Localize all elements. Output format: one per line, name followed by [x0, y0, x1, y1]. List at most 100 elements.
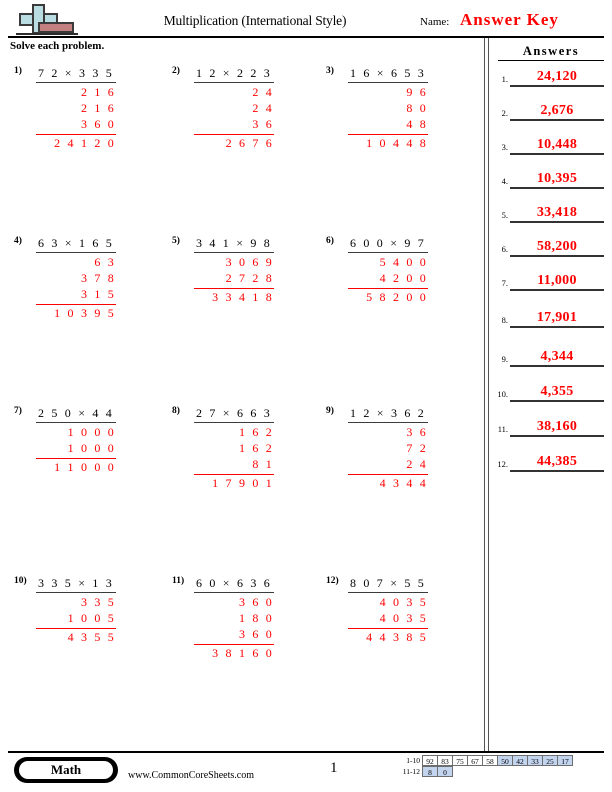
partial-product: 3 6 — [194, 116, 274, 135]
answers-heading: Answers — [498, 44, 604, 61]
partial-product: 3 1 5 — [36, 286, 116, 305]
problem-total: 3 8 1 6 0 — [212, 646, 274, 660]
partial-product: 2 1 6 — [80, 101, 116, 115]
score-grid-cell: 50 — [497, 755, 513, 766]
partial-product: 2 7 2 8 — [194, 270, 274, 289]
partial-product: 3 3 5 — [80, 595, 116, 609]
answer-row: 5. 33,418 — [492, 205, 604, 223]
answer-underline — [510, 153, 604, 155]
answer-number: 1. — [501, 74, 508, 84]
partial-products: 1 6 21 6 28 1 — [194, 424, 292, 475]
answer-number: 9. — [501, 354, 508, 364]
answer-row: 1. 24,120 — [492, 69, 604, 87]
problem-body: 6 0 × 6 3 63 6 01 8 03 6 03 8 1 6 0 — [194, 574, 292, 661]
problem-number: 9) — [326, 406, 334, 416]
problem-number: 6) — [326, 236, 334, 246]
score-grid-row-2: 11-12 8 0 — [396, 766, 573, 777]
problem-equation: 6 3 × 1 6 5 — [36, 236, 116, 253]
partial-product: 3 6 — [406, 425, 428, 439]
problem-body: 1 6 × 6 5 3 9 6 8 04 81 0 4 4 8 — [348, 64, 446, 151]
problem-equation: 2 5 0 × 4 4 — [36, 406, 116, 423]
answer-underline — [510, 435, 604, 437]
score-grid-row-1: 1-10 92 83 75 67 58 50 42 33 25 17 — [396, 755, 573, 766]
instructions: Solve each problem. — [10, 40, 105, 52]
page-title: Multiplication (International Style) — [163, 13, 347, 28]
partial-product: 6 3 — [94, 255, 116, 269]
problem-equation: 1 2 × 3 6 2 — [348, 406, 428, 423]
answer-key-badge: Answer Key — [460, 10, 559, 29]
answer-row: 6. 58,200 — [492, 239, 604, 257]
partial-products: 3 3 51 0 0 5 — [36, 594, 125, 629]
partial-product: 3 6 0 — [194, 626, 274, 645]
problem-equation: 8 0 7 × 5 5 — [348, 576, 428, 593]
partial-product: 1 0 0 5 — [36, 610, 116, 629]
partial-products: 3 0 6 92 7 2 8 — [194, 254, 283, 289]
problem-number: 12) — [326, 576, 339, 586]
answer-underline — [510, 85, 604, 87]
answer-number: 11. — [497, 424, 508, 434]
problem-number: 7) — [14, 406, 22, 416]
problem-number: 8) — [172, 406, 180, 416]
answer-row: 8. 17,901 — [492, 310, 604, 328]
partial-product: 1 0 0 0 — [67, 425, 116, 439]
partial-product: 3 7 8 — [80, 271, 116, 285]
answer-value: 2,676 — [540, 103, 574, 118]
answer-number: 7. — [501, 278, 508, 288]
answer-value: 17,901 — [536, 310, 578, 325]
logo-baseline — [16, 33, 78, 35]
partial-product: 4 0 3 5 — [379, 595, 428, 609]
problem-total: 4 3 4 4 — [379, 476, 428, 490]
column-divider-right — [488, 38, 489, 751]
answer-underline — [510, 221, 604, 223]
partial-products: 2 1 62 1 63 6 0 — [36, 84, 134, 135]
problem-number: 10) — [14, 576, 27, 586]
logo-red-bar — [38, 22, 74, 33]
answer-underline — [510, 119, 604, 121]
partial-product: 1 8 0 — [238, 611, 274, 625]
problem-total: 4 4 3 8 5 — [366, 630, 428, 644]
problem-equation: 1 2 × 2 2 3 — [194, 66, 274, 83]
problem-body: 6 0 0 × 9 75 4 0 04 2 0 05 8 2 0 0 — [348, 234, 437, 305]
answer-value: 4,355 — [540, 384, 574, 399]
problem-body: 3 3 5 × 1 33 3 51 0 0 54 3 5 5 — [36, 574, 125, 645]
answer-row: 12. 44,385 — [492, 454, 604, 472]
partial-product: 4 0 3 5 — [348, 610, 428, 629]
answer-row: 11. 38,160 — [492, 419, 604, 437]
subject-badge: Math — [14, 757, 118, 783]
answer-number: 6. — [501, 244, 508, 254]
problem-total: 2 6 7 6 — [225, 136, 274, 150]
partial-product: 2 4 — [348, 456, 428, 475]
partial-product: 8 0 — [406, 101, 428, 115]
answer-row: 7. 11,000 — [492, 273, 604, 291]
answer-value: 11,000 — [537, 273, 577, 288]
problem-equation: 2 7 × 6 6 3 — [194, 406, 274, 423]
partial-products: 2 42 43 6 — [194, 84, 292, 135]
score-grid: 1-10 92 83 75 67 58 50 42 33 25 17 11-12 8 0 — [396, 755, 573, 777]
answer-number: 2. — [501, 108, 508, 118]
problem-total: 1 1 0 0 0 — [54, 460, 116, 474]
name-label: Name: — [420, 16, 450, 28]
problem-body: 8 0 7 × 5 54 0 3 54 0 3 54 4 3 8 5 — [348, 574, 437, 645]
answer-underline — [510, 365, 604, 367]
math-plus-logo-icon — [16, 4, 78, 36]
page-number: 1 — [330, 760, 338, 776]
problem-equation: 7 2 × 3 3 5 — [36, 66, 116, 83]
score-grid-cell: 17 — [557, 755, 573, 766]
problem-number: 1) — [14, 66, 22, 76]
partial-products: 6 3 3 7 83 1 5 — [36, 254, 134, 305]
problem-number: 5) — [172, 236, 180, 246]
partial-product: 4 8 — [348, 116, 428, 135]
answer-number: 10. — [497, 389, 508, 399]
problem-total: 1 0 4 4 8 — [366, 136, 428, 150]
partial-product: 2 4 — [252, 101, 274, 115]
answer-underline — [510, 255, 604, 257]
partial-product: 7 2 — [406, 441, 428, 455]
score-grid-cell: 25 — [542, 755, 558, 766]
problem-body: 7 2 × 3 3 52 1 62 1 63 6 02 4 1 2 0 — [36, 64, 134, 151]
answer-row: 3. 10,448 — [492, 137, 604, 155]
problem-body: 1 2 × 2 2 32 42 43 62 6 7 6 — [194, 64, 292, 151]
score-grid-row-2-label: 11-12 — [402, 767, 420, 776]
partial-product: 1 6 2 — [238, 441, 274, 455]
answer-value: 4,344 — [540, 349, 574, 364]
problem-total: 1 0 3 9 5 — [54, 306, 116, 320]
